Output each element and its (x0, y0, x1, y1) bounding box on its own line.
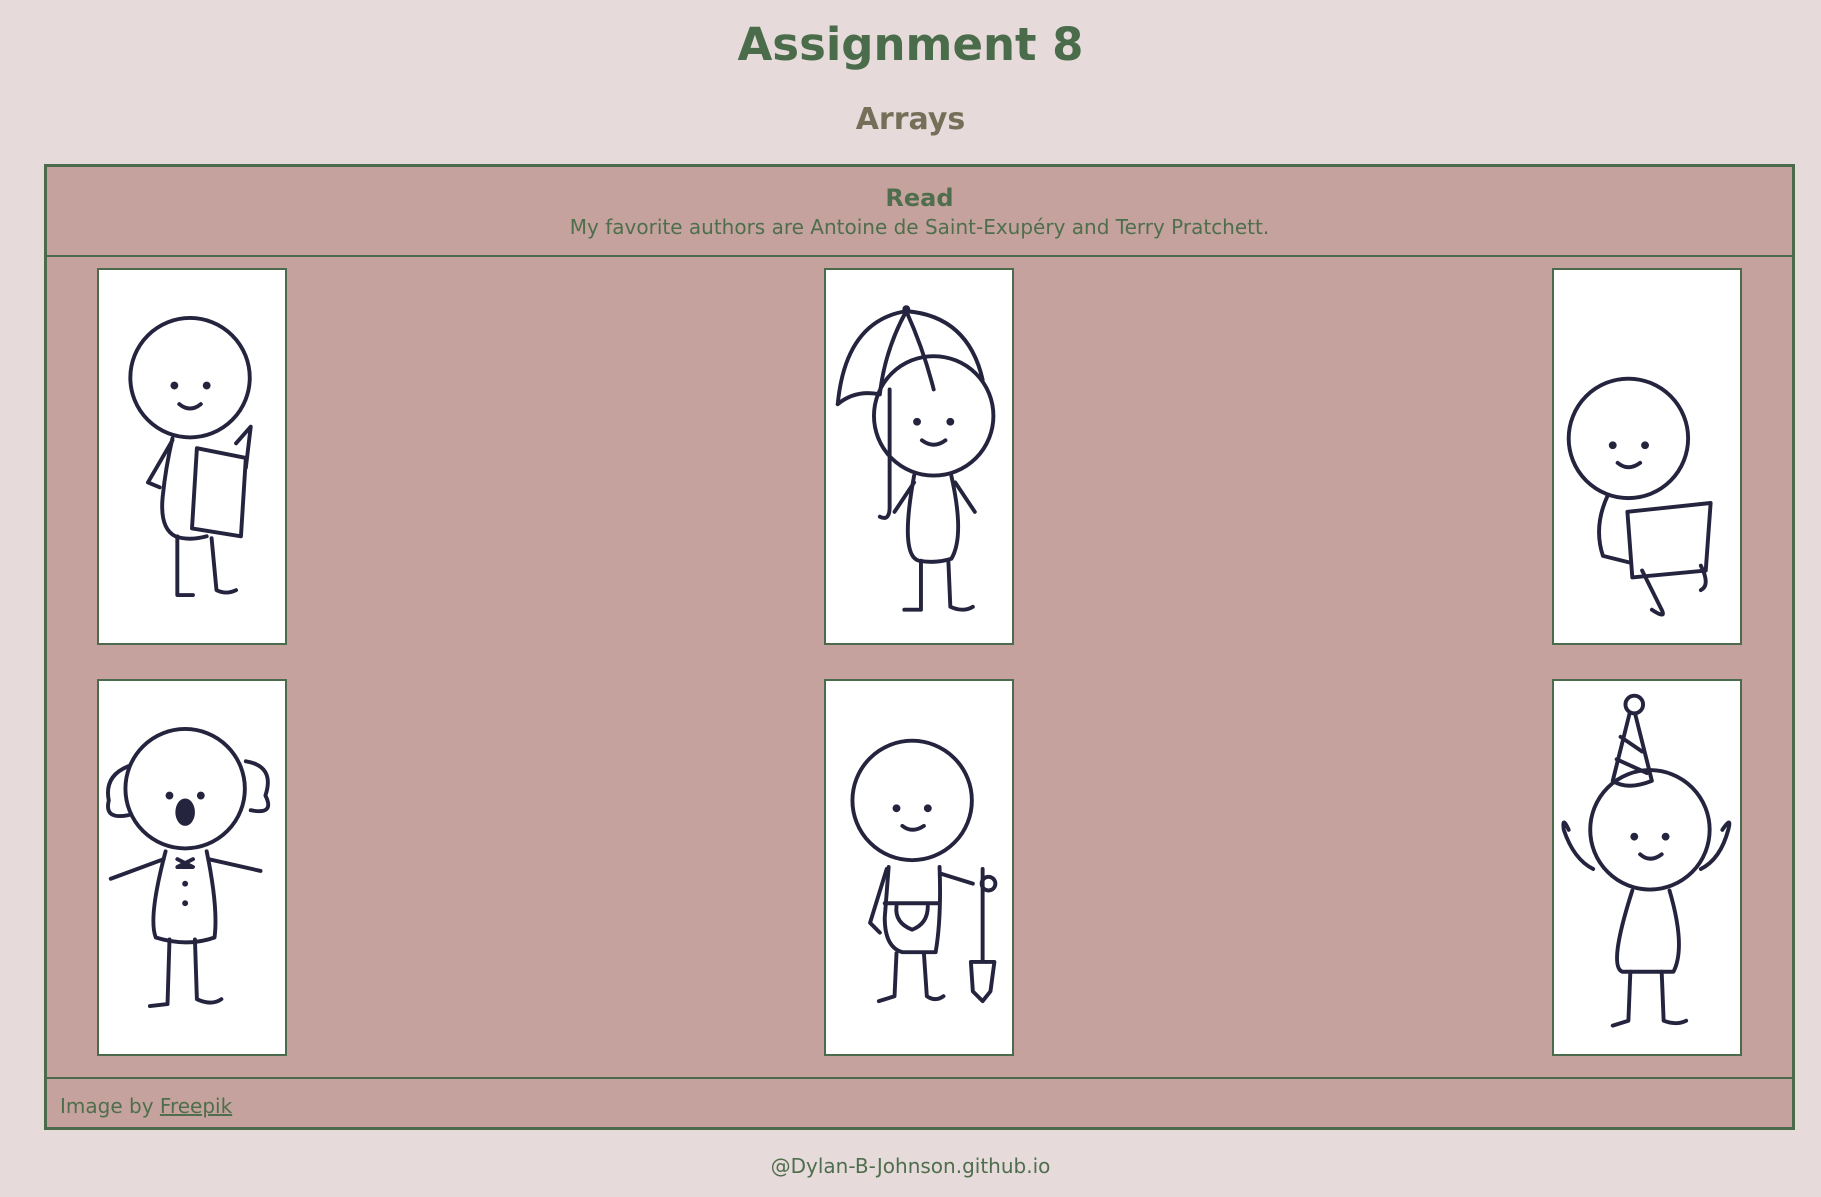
card-header: Read My favorite authors are Antoine de … (47, 167, 1792, 257)
page-title: Assignment 8 (737, 18, 1084, 71)
card-text: My favorite authors are Antoine de Saint… (569, 215, 1270, 239)
site-footer: @Dylan-B-Johnson.github.io (770, 1154, 1051, 1178)
page-subtitle: Arrays (855, 102, 966, 137)
gardener-figure-icon (850, 738, 998, 1004)
umbrella-figure-icon (835, 305, 996, 612)
party-figure-icon (1561, 693, 1732, 1028)
freepik-link[interactable]: Freepik (160, 1094, 232, 1118)
laptop-figure-icon (1566, 376, 1713, 617)
attribution: Image by Freepik (60, 1093, 232, 1119)
umbrella-figure-image (824, 268, 1014, 645)
clown-figure-icon (106, 727, 271, 1008)
attribution-prefix: Image by (60, 1094, 160, 1118)
card-footer: Image by Freepik (47, 1077, 1792, 1129)
card: Read My favorite authors are Antoine de … (44, 164, 1795, 1130)
reading-figure-image (97, 268, 287, 645)
gardener-figure-image (824, 679, 1014, 1056)
clown-figure-image (97, 679, 287, 1056)
reading-figure-icon (128, 316, 253, 597)
card-title: Read (885, 184, 954, 212)
laptop-figure-image (1552, 268, 1742, 645)
party-figure-image (1552, 679, 1742, 1056)
